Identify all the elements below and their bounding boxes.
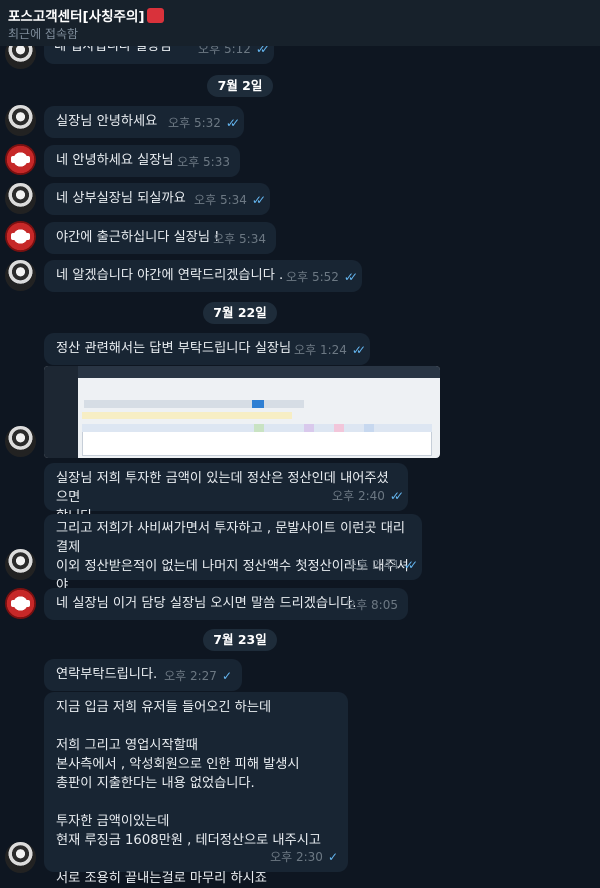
message-bubble: 야간에 출근하십니다 실장님 ! 오후 5:34 — [44, 222, 276, 254]
avatar[interactable] — [5, 260, 36, 291]
message-bubble: 그리고 저희가 사비써가면서 투자하고 , 문발사이트 이런곳 대리결제 이외 … — [44, 514, 422, 612]
warning-badge-icon — [146, 8, 164, 23]
message-bubble: 네 실장님 이거 담당 실장님 오시면 말씀 드리겠습니다. 오후 8:05 — [44, 588, 408, 620]
avatar[interactable] — [5, 549, 36, 580]
message-meta: 오후 1:24 ✓✓ — [294, 341, 366, 360]
attached-screenshot-image[interactable] — [44, 366, 440, 458]
message-bubble: 네 알겠습니다 야간에 연락드리겠습니다 . 오후 5:52 ✓✓ — [44, 260, 362, 292]
message-meta: 오후 5:33 — [177, 153, 230, 172]
date-separator: 7월 2일 — [207, 75, 273, 97]
message-bubble: 실장님 안녕하세요 오후 5:32 ✓✓ — [44, 106, 244, 138]
message-meta: 오후 5:34 ✓✓ — [194, 191, 266, 210]
message-time: 오후 2:27 — [164, 669, 217, 683]
message-text: 정산 관련해서는 답변 부탁드립니다 실장님 — [56, 341, 292, 356]
message-time: 오후 5:34 — [194, 193, 247, 207]
date-separator: 7월 23일 — [203, 629, 277, 651]
message-bubble: 정산 관련해서는 답변 부탁드립니다 실장님 오후 1:24 ✓✓ — [44, 333, 370, 365]
message-time: 오후 2:40 — [332, 489, 385, 503]
message-text: 네 상부실장님 되실까요 — [56, 191, 186, 206]
double-check-icon: ✓✓ — [251, 193, 266, 207]
avatar[interactable] — [5, 221, 36, 252]
last-seen-status: 최근에 접속함 — [8, 27, 79, 41]
message-meta: 오후 8:05 — [345, 596, 398, 615]
message-meta: 오후 5:52 ✓✓ — [286, 268, 358, 287]
message-meta: 오후 2:40 ✓✓ — [332, 487, 404, 506]
double-check-icon: ✓✓ — [225, 116, 240, 130]
chat-title[interactable]: 포스고객센터[사칭주의] — [8, 5, 164, 25]
message-time: 오후 5:33 — [177, 155, 230, 169]
message-bubble: 지금 입금 저희 유저들 들어오긴 하는데 저희 그리고 영업시작할때 본사측에… — [44, 692, 348, 886]
double-check-icon: ✓✓ — [403, 558, 418, 572]
message-text: 실장님 안녕하세요 — [56, 114, 158, 129]
avatar[interactable] — [5, 842, 36, 873]
message-bubble: 네 상부실장님 되실까요 오후 5:34 ✓✓ — [44, 183, 270, 215]
message-time: 오후 1:24 — [294, 343, 347, 357]
message-time: 오후 2:30 — [270, 850, 323, 864]
message-time: 오후 5:52 — [286, 270, 339, 284]
avatar[interactable] — [5, 144, 36, 175]
avatar[interactable] — [5, 588, 36, 619]
single-check-icon: ✓ — [327, 850, 338, 864]
message-text: 네 실장님 이거 담당 실장님 오시면 말씀 드리겠습니다. — [56, 596, 357, 611]
single-check-icon: ✓ — [221, 669, 232, 683]
avatar[interactable] — [5, 105, 36, 136]
message-meta: 오후 2:27 ✓ — [164, 667, 232, 686]
message-meta: 오후 5:32 ✓✓ — [168, 114, 240, 133]
double-check-icon: ✓✓ — [343, 270, 358, 284]
message-text: 네 안녕하세요 실장님 — [56, 153, 174, 168]
message-bubble: 연락부탁드립니다. 오후 2:27 ✓ — [44, 659, 242, 691]
message-text: 네 알겠습니다 야간에 연락드리겠습니다 . — [56, 268, 284, 283]
message-text: 연락부탁드립니다. — [56, 667, 158, 682]
message-bubble: 네 안녕하세요 실장님 오후 5:33 — [44, 145, 240, 177]
double-check-icon: ✓✓ — [389, 489, 404, 503]
message-text: 야간에 출근하십니다 실장님 ! — [56, 230, 220, 245]
message-time: 오후 2:44 — [346, 558, 399, 572]
message-meta: 오후 2:30 ✓ — [270, 848, 338, 867]
message-time: 오후 5:32 — [168, 116, 221, 130]
chat-header[interactable]: 포스고객센터[사칭주의] 최근에 접속함 — [0, 0, 600, 46]
double-check-icon: ✓✓ — [351, 343, 366, 357]
message-meta: 오후 5:34 — [213, 230, 266, 249]
avatar[interactable] — [5, 426, 36, 457]
message-time: 오후 8:05 — [345, 598, 398, 612]
avatar[interactable] — [5, 183, 36, 214]
chat-title-text: 포스고객센터[사칭주의] — [8, 9, 145, 25]
message-time: 오후 5:34 — [213, 232, 266, 246]
date-separator: 7월 22일 — [203, 302, 277, 324]
message-bubble: 실장님 저희 투자한 금액이 있는데 정산은 정산인데 내어주셨으면 합니다. … — [44, 463, 408, 524]
message-meta: 오후 2:44 ✓✓ — [346, 556, 418, 575]
